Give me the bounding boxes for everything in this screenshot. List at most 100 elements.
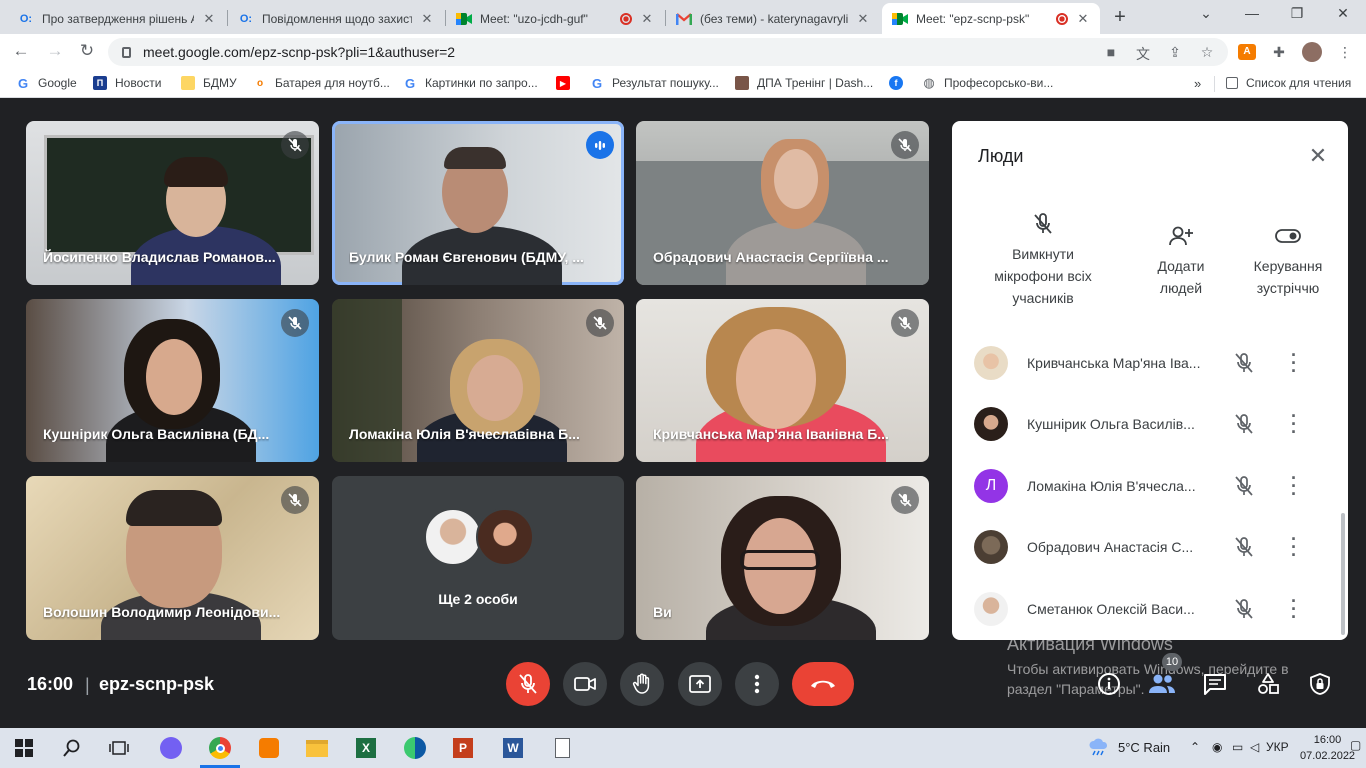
forward-icon[interactable]: → xyxy=(44,41,66,61)
more-options-icon[interactable]: · · · xyxy=(1289,469,1299,503)
chat-button[interactable] xyxy=(1201,670,1229,698)
back-icon[interactable]: ← xyxy=(10,41,32,61)
participant-tile[interactable]: Кривчанська Мар'яна Іванівна Б... xyxy=(636,299,929,462)
weather-icon[interactable] xyxy=(1088,738,1110,759)
browser-tab[interactable]: (без теми) - katerynagavrylia ✕ xyxy=(666,3,880,34)
bookmark-google[interactable]: G Google xyxy=(16,76,77,91)
participant-list-item[interactable]: Кушнірик Ольга Василів... · · · xyxy=(974,404,1322,444)
host-controls-button[interactable]: Керування зустріччю xyxy=(1242,221,1334,299)
more-participants-tile[interactable]: Ще 2 особи xyxy=(332,476,624,640)
extensions-puzzle-icon[interactable]: ✚ xyxy=(1270,44,1288,61)
notifications-icon[interactable]: ▢ xyxy=(1350,738,1361,752)
mic-off-icon[interactable] xyxy=(1233,536,1255,558)
participant-tile[interactable]: Обрадович Анастасія Сергіївна ... xyxy=(636,121,929,285)
reload-icon[interactable]: ↻ xyxy=(76,41,98,61)
minimize-icon[interactable]: — xyxy=(1242,5,1262,21)
system-clock[interactable]: 16:00 07.02.2022 xyxy=(1300,732,1355,764)
participant-tile-self[interactable]: Ви xyxy=(636,476,929,640)
close-tab-icon[interactable]: ✕ xyxy=(640,11,654,27)
participant-tile[interactable]: Йосипенко Владислав Романов... xyxy=(26,121,319,285)
more-options-icon[interactable]: · · · xyxy=(1289,530,1299,564)
reading-list[interactable]: Список для чтения xyxy=(1226,76,1351,90)
maximize-icon[interactable]: ❐ xyxy=(1287,5,1307,22)
more-options-icon[interactable]: · · · xyxy=(1289,592,1299,626)
bookmark-battery[interactable]: o Батарея для ноутб... xyxy=(253,76,390,90)
new-tab-button[interactable]: + xyxy=(1108,6,1132,29)
participant-tile[interactable]: Кушнірик Ольга Василівна (БД... xyxy=(26,299,319,462)
edge-icon[interactable] xyxy=(403,736,427,760)
participant-list-item[interactable]: Сметанюк Олексій Васи... · · · xyxy=(974,589,1322,629)
microphone-toggle-button[interactable] xyxy=(506,662,550,706)
browser-tab[interactable]: Meet: "uzo-jcdh-guf" ✕ xyxy=(446,3,664,34)
mic-off-icon[interactable] xyxy=(1233,352,1255,374)
participant-list-item[interactable]: Обрадович Анастасія С... · · · xyxy=(974,527,1322,567)
volume-icon[interactable]: ◁ xyxy=(1250,740,1259,754)
menu-kebab-icon[interactable]: ⋮ xyxy=(1336,44,1354,61)
translate-icon[interactable]: 文 xyxy=(1134,44,1152,64)
bookmark-dpa[interactable]: ДПА Тренінг | Dash... xyxy=(735,76,873,90)
participant-list-item[interactable]: Л Ломакіна Юлія В'ячесла... · · · xyxy=(974,466,1322,506)
url-input[interactable]: meet.google.com/epz-scnp-psk?pli=1&authu… xyxy=(108,38,1228,66)
bookmark-star-icon[interactable]: ☆ xyxy=(1198,44,1216,61)
browser-tab[interactable]: O: Повідомлення щодо захист ✕ xyxy=(228,3,444,34)
close-tab-icon[interactable]: ✕ xyxy=(202,11,216,27)
present-screen-button[interactable] xyxy=(678,662,722,706)
camera-toggle-button[interactable] xyxy=(563,662,607,706)
people-button[interactable] xyxy=(1148,670,1176,698)
browser-tab[interactable]: O: Про затвердження рішень А ✕ xyxy=(8,3,226,34)
close-tab-icon[interactable]: ✕ xyxy=(1076,11,1090,27)
bookmark-facebook[interactable]: f xyxy=(889,76,911,90)
task-view-icon[interactable] xyxy=(107,736,131,760)
bookmark-search-result[interactable]: G Результат пошуку... xyxy=(590,76,719,91)
more-options-icon[interactable]: · · · xyxy=(1289,407,1299,441)
more-options-icon[interactable]: · · · xyxy=(1289,346,1299,380)
host-controls-shield-button[interactable] xyxy=(1306,670,1334,698)
meeting-details-button[interactable] xyxy=(1095,670,1123,698)
participant-tile[interactable]: Волошин Володимир Леонідови... xyxy=(26,476,319,640)
file-explorer-icon[interactable] xyxy=(305,736,329,760)
more-options-button[interactable] xyxy=(735,662,779,706)
search-icon[interactable] xyxy=(60,736,84,760)
network-icon[interactable]: ▭ xyxy=(1232,740,1243,754)
mute-all-button[interactable]: Вимкнути мікрофони всіх учасників xyxy=(978,209,1108,309)
bookmarks-overflow-icon[interactable]: » xyxy=(1194,76,1201,91)
show-hidden-icons-icon[interactable]: ⌃ xyxy=(1190,740,1200,754)
bookmark-bdmu[interactable]: БДМУ xyxy=(181,76,237,90)
bookmark-professors[interactable]: ◍ Професорсько-ви... xyxy=(922,75,1053,90)
mic-off-icon[interactable] xyxy=(1233,475,1255,497)
weather-text[interactable]: 5°C Rain xyxy=(1118,740,1170,755)
camera-tray-icon[interactable]: ◉ xyxy=(1212,740,1222,754)
participant-tile[interactable]: Ломакіна Юлія В'ячеславівна Б... xyxy=(332,299,624,462)
people-scrollbar[interactable] xyxy=(1341,513,1345,635)
mic-off-icon[interactable] xyxy=(1233,598,1255,620)
close-window-icon[interactable]: ✕ xyxy=(1333,5,1353,22)
mic-off-icon[interactable] xyxy=(1233,413,1255,435)
close-icon[interactable]: ✕ xyxy=(1304,143,1332,169)
add-people-button[interactable]: Додати людей xyxy=(1138,221,1224,299)
bookmark-news[interactable]: П Новости xyxy=(93,76,161,90)
activities-button[interactable] xyxy=(1254,670,1282,698)
share-icon[interactable]: ⇪ xyxy=(1166,44,1184,61)
browser-tab-active[interactable]: Meet: "epz-scnp-psk" ✕ xyxy=(882,3,1100,34)
bookmark-images[interactable]: G Картинки по запро... xyxy=(403,76,538,91)
excel-icon[interactable]: X xyxy=(354,736,378,760)
word-icon[interactable]: W xyxy=(501,736,525,760)
powerpoint-icon[interactable]: P xyxy=(451,736,475,760)
participant-tile-speaking[interactable]: Булик Роман Євгенович (БДМУ, ... xyxy=(332,121,624,285)
language-indicator[interactable]: УКР xyxy=(1266,740,1289,754)
close-tab-icon[interactable]: ✕ xyxy=(420,11,434,27)
extension-icon[interactable]: A xyxy=(1238,44,1256,60)
fl-studio-icon[interactable] xyxy=(257,736,281,760)
leave-call-button[interactable] xyxy=(792,662,854,706)
profile-avatar[interactable] xyxy=(1302,42,1322,62)
document-icon[interactable] xyxy=(550,736,574,760)
start-windows-icon[interactable] xyxy=(12,736,36,760)
raise-hand-button[interactable] xyxy=(620,662,664,706)
tab-search-icon[interactable]: ⌄ xyxy=(1196,5,1216,22)
participant-list-item[interactable]: Кривчанська Мар'яна Іва... · · · xyxy=(974,343,1322,383)
chrome-icon[interactable] xyxy=(208,736,232,760)
camera-icon[interactable]: ■ xyxy=(1102,44,1120,60)
close-tab-icon[interactable]: ✕ xyxy=(856,11,870,27)
viber-icon[interactable] xyxy=(159,736,183,760)
bookmark-youtube[interactable]: ▶ xyxy=(556,76,578,90)
